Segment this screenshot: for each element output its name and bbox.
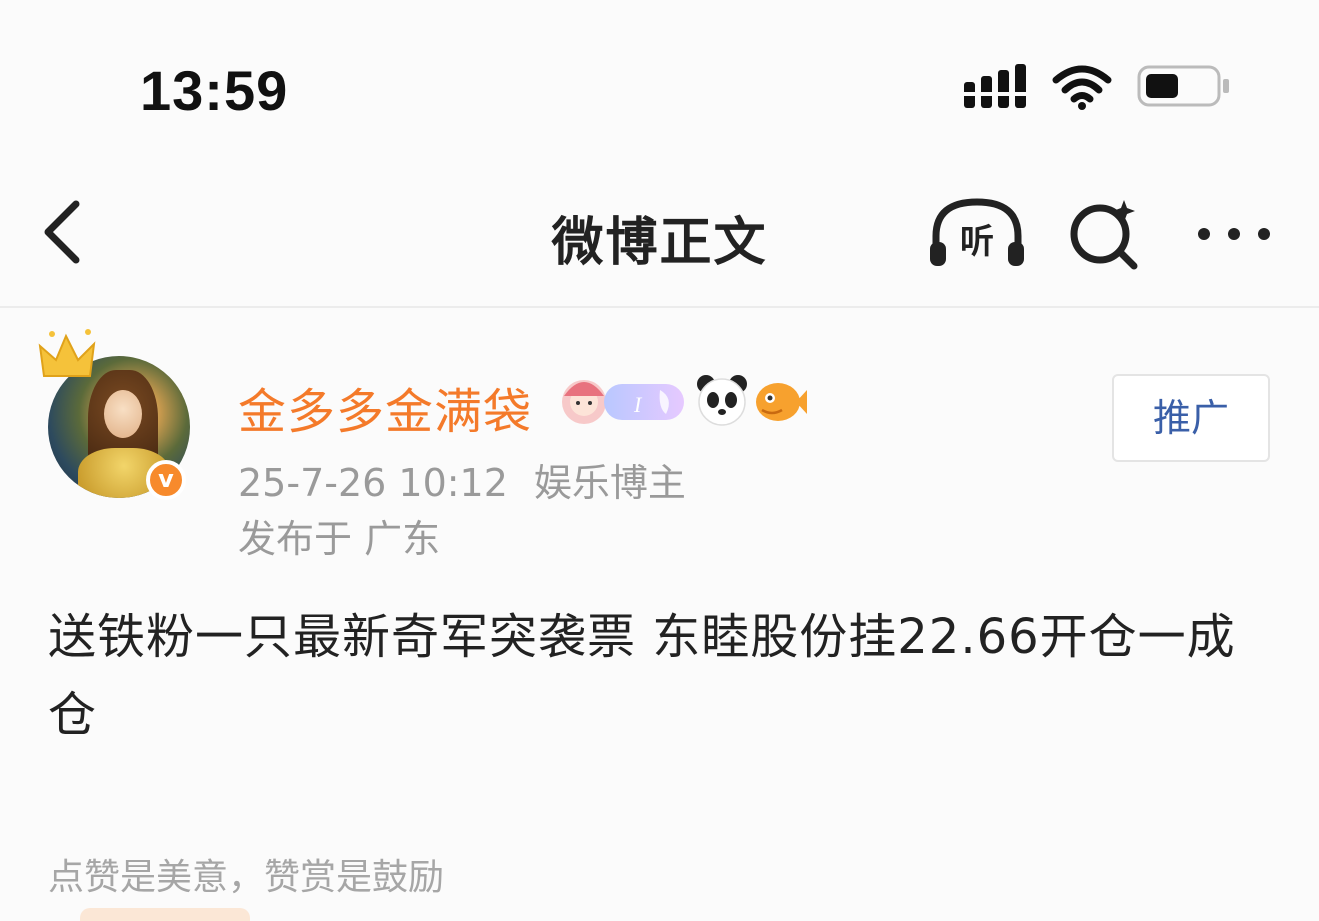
battery-icon — [1137, 65, 1229, 107]
author-avatar[interactable]: v — [36, 326, 206, 516]
listen-label: 听 — [960, 222, 994, 262]
encourage-text: 点赞是美意，赞赏是鼓励 — [48, 857, 445, 898]
fish-icon[interactable] — [752, 372, 808, 428]
post-text[interactable]: 送铁粉一只最新奇军突袭票 东睦股份挂22.66开仓一成仓 — [48, 598, 1278, 754]
post-location: 发布于 广东 — [238, 517, 441, 561]
nav-divider — [0, 306, 1319, 308]
signal-icon — [964, 64, 1026, 108]
search-sparkle-icon — [1070, 200, 1138, 270]
more-button[interactable] — [1192, 214, 1276, 254]
status-time: 13:59 — [140, 59, 289, 122]
panda-icon[interactable] — [694, 372, 750, 428]
member-badge-icon[interactable]: I — [602, 378, 686, 426]
wifi-icon — [1052, 65, 1112, 110]
weibo-post-screen: 13:59 微博正文 听 v 金多多金满袋 I 25-7-26 10:12 娱乐… — [0, 0, 1319, 921]
crown-icon — [38, 329, 96, 377]
post-meta: 25-7-26 10:12 娱乐博主 — [238, 452, 686, 507]
more-dots-icon — [1198, 228, 1270, 240]
reward-button-peek[interactable] — [80, 908, 250, 921]
promote-button[interactable]: 推广 — [1112, 374, 1270, 462]
post-date: 25-7-26 10:12 — [238, 461, 508, 505]
verified-badge: v — [146, 460, 186, 500]
author-role: 娱乐博主 — [533, 461, 686, 505]
listen-button[interactable]: 听 — [926, 196, 1028, 270]
author-badges: I — [556, 372, 816, 428]
author-name[interactable]: 金多多金满袋 — [238, 372, 532, 442]
search-button[interactable] — [1066, 196, 1146, 272]
